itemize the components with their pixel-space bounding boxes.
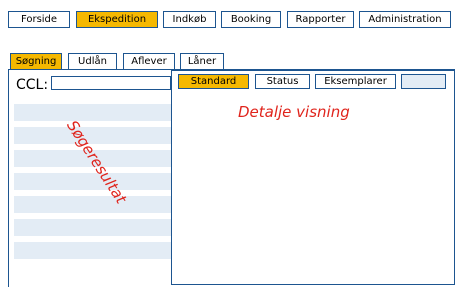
detail-tab-eksemplarer[interactable]: Eksemplarer <box>315 74 396 89</box>
result-row[interactable] <box>14 219 178 236</box>
detail-tab-status[interactable]: Status <box>255 74 310 89</box>
nav-tab-indkob[interactable]: Indkøb <box>163 11 216 28</box>
result-row[interactable] <box>14 127 178 144</box>
subnav-tab-aflever[interactable]: Aflever <box>123 53 175 70</box>
subnav-tab-sogning[interactable]: Søgning <box>10 53 62 70</box>
detail-tab-standard[interactable]: Standard <box>178 74 249 89</box>
subnav-tab-laner[interactable]: Låner <box>180 53 224 70</box>
nav-tab-administration[interactable]: Administration <box>359 11 451 28</box>
detail-annotation: Detalje visning <box>238 103 350 121</box>
nav-tab-booking[interactable]: Booking <box>221 11 281 28</box>
detail-tab-blank[interactable] <box>401 74 446 89</box>
result-row[interactable] <box>14 104 178 121</box>
result-row[interactable] <box>14 242 178 259</box>
result-row[interactable] <box>14 196 178 213</box>
ccl-search-input[interactable] <box>51 76 171 90</box>
nav-tab-ekspedition[interactable]: Ekspedition <box>76 11 158 28</box>
ccl-label: CCL: <box>16 77 49 93</box>
subnav-tab-udlan[interactable]: Udlån <box>68 53 117 70</box>
nav-tab-rapporter[interactable]: Rapporter <box>287 11 354 28</box>
nav-tab-forside[interactable]: Forside <box>8 11 70 28</box>
